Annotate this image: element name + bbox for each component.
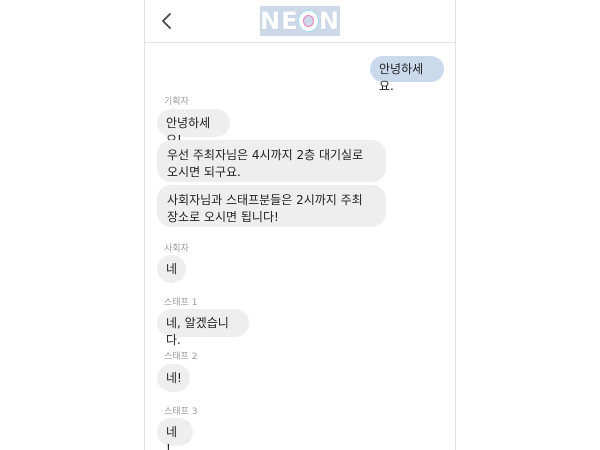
neon-logo: NE N <box>260 6 340 36</box>
back-button[interactable] <box>153 7 181 35</box>
incoming-message: 네! <box>157 364 190 392</box>
logo-text-left: NE <box>260 7 299 35</box>
incoming-message: 사회자님과 스태프분들은 2시까지 주최 장소로 오시면 됩니다! <box>157 185 386 227</box>
sender-name: 스태프 2 <box>164 352 198 362</box>
logo-o-ring <box>299 11 318 31</box>
incoming-message: 안녕하세요! <box>157 109 230 147</box>
incoming-message: 네, 알겠습니다. <box>157 309 249 347</box>
sender-name: 기획자 <box>164 97 189 107</box>
incoming-message: 우선 주최자님은 4시까지 2층 대기실로 오시면 되구요. <box>157 140 386 182</box>
chevron-left-icon <box>162 13 171 29</box>
incoming-message: 네 ! <box>157 418 193 450</box>
chat-screen: NE N 안녕하세요. 기획자 안녕하세요! 우선 주최자님은 4시까지 2층 대… <box>144 0 456 450</box>
app-header: NE N <box>145 0 455 43</box>
sender-name: 스태프 1 <box>164 298 198 308</box>
sender-name: 사회자 <box>164 244 189 254</box>
outgoing-message: 안녕하세요. <box>370 56 444 93</box>
message-list: 안녕하세요. 기획자 안녕하세요! 우선 주최자님은 4시까지 2층 대기실로 … <box>145 43 455 450</box>
incoming-message: 네 <box>157 255 186 283</box>
logo-text-right: N <box>318 7 340 35</box>
sender-name: 스태프 3 <box>164 407 198 417</box>
